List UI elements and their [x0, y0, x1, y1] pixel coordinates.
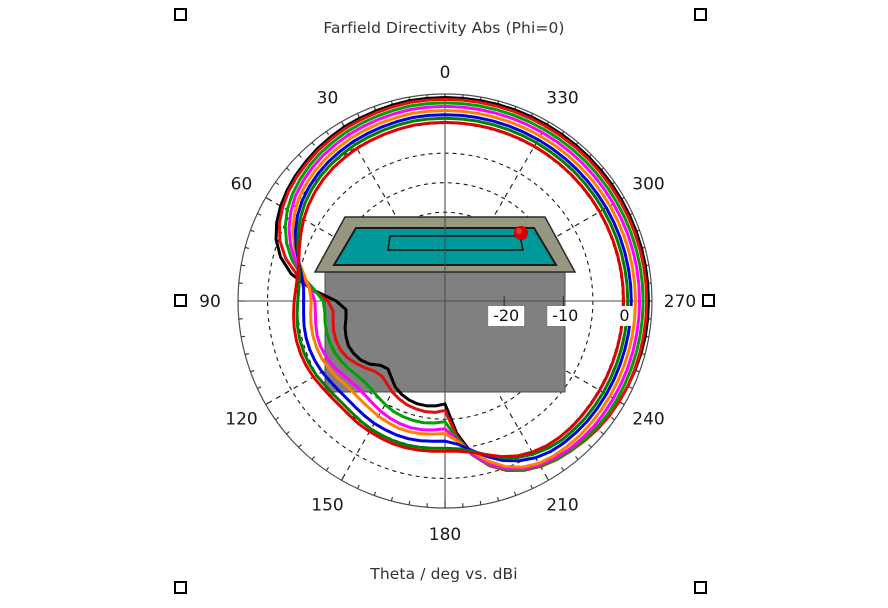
handle-middle-left[interactable]	[174, 294, 187, 307]
angle-tick	[560, 466, 565, 471]
angle-tick	[257, 386, 262, 389]
handle-top-left[interactable]	[174, 8, 187, 21]
angle-tick	[311, 456, 315, 460]
radial-label-0: 0	[619, 306, 629, 325]
angle-label-240: 240	[632, 410, 664, 430]
angle-tick	[588, 444, 592, 448]
angle-tick	[250, 229, 255, 233]
angle-tick	[341, 473, 346, 481]
angle-label-210: 210	[546, 496, 578, 516]
angle-label-0: 0	[440, 63, 451, 83]
handle-bottom-right[interactable]	[694, 581, 707, 594]
angle-tick	[544, 473, 549, 481]
angle-label-300: 300	[632, 175, 664, 195]
handle-middle-right[interactable]	[702, 294, 715, 307]
angle-tick	[513, 491, 517, 496]
angle-tick	[286, 431, 290, 435]
angle-tick	[275, 416, 280, 421]
angle-tick	[530, 484, 533, 489]
angle-tick	[265, 197, 273, 202]
angle-label-150: 150	[311, 496, 343, 516]
angle-tick	[628, 386, 633, 389]
angle-tick	[325, 131, 330, 136]
angle-label-90: 90	[199, 292, 221, 312]
angle-tick	[286, 167, 290, 171]
angle-tick	[275, 181, 280, 186]
angle-label-180: 180	[429, 525, 461, 545]
model-port-marker-highlight	[516, 228, 522, 234]
angle-label-270: 270	[664, 292, 696, 312]
angle-tick	[357, 113, 360, 118]
angle-tick	[241, 335, 246, 338]
angle-tick	[357, 484, 360, 489]
angle-tick	[390, 496, 393, 502]
angle-tick	[244, 246, 250, 249]
angle-tick	[298, 444, 302, 448]
angle-label-330: 330	[546, 88, 578, 108]
angle-label-120: 120	[225, 410, 257, 430]
radial-label--10: -10	[552, 306, 578, 325]
angle-tick	[497, 496, 500, 502]
angle-tick	[244, 353, 250, 356]
handle-top-right[interactable]	[694, 8, 707, 21]
radial-label--20: -20	[493, 306, 519, 325]
angle-tick	[575, 456, 579, 460]
angle-tick	[311, 142, 315, 146]
angle-tick	[241, 264, 246, 267]
farfield-polar-plot-canvas: Farfield Directivity Abs (Phi=0) Theta /…	[0, 0, 888, 608]
angle-label-30: 30	[317, 88, 339, 108]
angle-tick	[298, 154, 302, 158]
angle-tick	[600, 431, 604, 435]
angle-label-60: 60	[231, 175, 253, 195]
angle-tick	[610, 416, 615, 421]
angle-tick	[373, 491, 377, 496]
angle-tick	[265, 400, 273, 405]
polar-plot-svg: 0 30 60 90 120 150 180 210 240 270 300 330 -20 -10 0	[199, 63, 696, 545]
angle-tick	[325, 466, 330, 471]
angle-tick	[408, 500, 411, 505]
angle-tick	[479, 500, 482, 505]
handle-bottom-left[interactable]	[174, 581, 187, 594]
angle-tick	[250, 369, 255, 373]
angle-tick	[257, 213, 262, 216]
